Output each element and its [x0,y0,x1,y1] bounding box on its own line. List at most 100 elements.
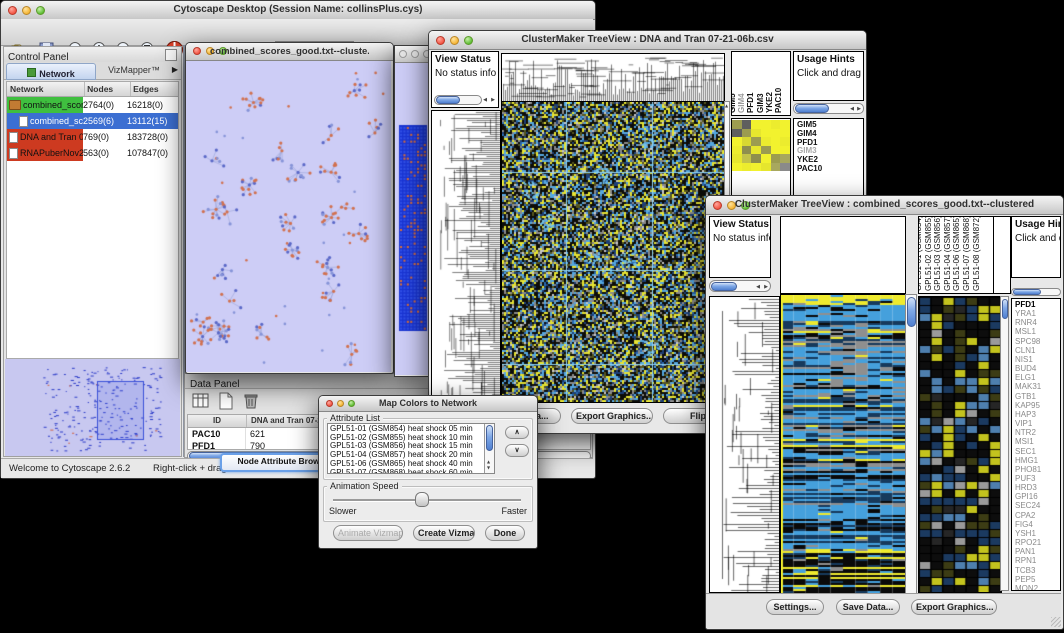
column-label[interactable]: PAC10 [774,88,783,113]
attribute-list[interactable]: GPL51-01 (GSM854) heat shock 05 min GPL51… [327,423,495,474]
matrix-cell[interactable] [780,137,790,146]
zoom-heatmap-canvas[interactable] [918,296,1002,593]
matrix-cell[interactable] [742,129,752,138]
dialog-titlebar[interactable]: Map Colors to Network [319,396,537,412]
network-table-row[interactable]: DNA and Tran 07769(0)183728(0) [7,129,178,145]
matrix-cell[interactable] [751,163,761,172]
view-status-scrollbar[interactable] [434,95,482,105]
matrix-cell[interactable] [780,163,790,172]
close-icon[interactable] [8,6,17,15]
treeview-dna-titlebar[interactable]: ClusterMaker TreeView : DNA and Tran 07-… [429,31,866,50]
gene-label[interactable]: YSH1 [1015,529,1060,538]
matrix-cell[interactable] [761,146,771,155]
gene-label[interactable]: TCB3 [1015,566,1060,575]
main-titlebar[interactable]: Cytoscape Desktop (Session Name: collins… [1,1,595,20]
matrix-cell[interactable] [732,146,742,155]
matrix-cell[interactable] [761,129,771,138]
matrix-cell[interactable] [742,163,752,172]
create-vizmap-button[interactable]: Create Vizmap [413,525,475,541]
heatmap-vscrollbar[interactable]: ▲ ▼ [905,294,917,616]
attribute-select-icon[interactable] [191,391,211,411]
col-nodes[interactable]: Nodes [85,82,131,96]
close-icon[interactable] [399,50,407,58]
col-edges[interactable]: Edges [131,82,178,96]
column-label[interactable]: GPL51-06 (GSM865) [952,216,961,291]
matrix-cell[interactable] [780,120,790,129]
gene-label[interactable]: NTR2 [1015,428,1060,437]
column-label[interactable]: GPL51-04 (GSM857) [943,216,952,291]
scroll-thumb[interactable] [1002,299,1008,319]
scroll-thumb[interactable] [436,96,460,104]
scroll-right-icon[interactable]: ▶ [491,97,495,103]
matrix-cell[interactable] [771,129,781,138]
scroll-thumb[interactable] [795,104,829,113]
gene-label[interactable]: PUF3 [1015,474,1060,483]
move-down-button[interactable]: ∨ [505,444,529,457]
resize-grip-icon[interactable] [1051,617,1061,627]
matrix-cell[interactable] [742,146,752,155]
move-up-button[interactable]: ∧ [505,426,529,439]
treeview-combined-titlebar[interactable]: ClusterMaker TreeView : combined_scores_… [706,196,1063,215]
matrix-cell[interactable] [761,120,771,129]
matrix-cell[interactable] [761,163,771,172]
close-icon[interactable] [193,47,201,55]
column-label[interactable]: PFD1 [746,93,755,113]
gene-label[interactable]: CPA2 [1015,511,1060,520]
col-network[interactable]: Network [7,82,85,96]
gene-label[interactable]: CLN1 [1015,346,1060,355]
scroll-thumb[interactable] [1013,289,1041,295]
tab-overflow-icon[interactable]: ▶ [172,65,178,75]
network-name-cell[interactable]: combined_sco [7,113,83,129]
gene-label[interactable]: PAN1 [1015,547,1060,556]
column-label[interactable]: YKE2 [765,92,774,113]
network-name-cell[interactable]: combined_scores [7,97,83,113]
matrix-cell[interactable] [780,154,790,163]
gene-label[interactable]: YRA1 [1015,309,1060,318]
matrix-cell[interactable] [751,137,761,146]
network-table-row[interactable]: combined_sco2569(6)13112(15) [7,113,178,129]
network-name-cell[interactable]: DNA and Tran 07 [7,129,83,145]
gene-label[interactable]: MAK31 [1015,382,1060,391]
global-heatmap-canvas[interactable] [501,101,725,403]
background-window-titlebar[interactable] [395,46,431,63]
gene-label[interactable]: HRD3 [1015,483,1060,492]
done-button[interactable]: Done [485,525,525,541]
matrix-cell[interactable] [751,129,761,138]
column-dendrogram-canvas[interactable] [501,53,725,103]
close-icon[interactable] [326,400,333,407]
list-vscrollbar[interactable]: ▲ ▼ [484,424,494,473]
float-panel-icon[interactable] [165,49,177,61]
column-label[interactable]: GIM3 [756,93,765,113]
tab-vizmapper[interactable]: VizMapper™ [96,63,172,78]
attribute-list-item[interactable]: GPL51-01 (GSM854) heat shock 05 min [330,425,492,434]
gene-label[interactable]: PFD1 [1015,300,1060,309]
network-view-canvas[interactable] [186,61,391,372]
gene-label[interactable]: PEP5 [1015,575,1060,584]
attribute-list-item[interactable]: GPL51-06 (GSM865) heat shock 40 min [330,460,492,469]
scroll-up-icon[interactable]: ▲ [725,103,728,109]
gene-label[interactable]: FIG4 [1015,520,1060,529]
gene-label[interactable]: BUD4 [1015,364,1060,373]
matrix-cell[interactable] [732,154,742,163]
tab-network[interactable]: Network [6,63,96,80]
gene-label[interactable]: SEC1 [1015,447,1060,456]
column-label[interactable]: GPL51-02 (GSM855) [924,216,933,291]
matrix-cell[interactable] [751,154,761,163]
gene-label[interactable]: MSL1 [1015,327,1060,336]
minimize-icon[interactable] [411,50,419,58]
gene-label[interactable]: GTB1 [1015,392,1060,401]
column-label[interactable]: GPL51-01 (GSM854) [918,216,923,291]
global-heatmap-canvas[interactable] [780,294,906,618]
matrix-cell[interactable] [771,163,781,172]
row-dendrogram-canvas[interactable] [709,296,780,593]
gene-label[interactable]: MSI1 [1015,437,1060,446]
gene-label[interactable]: RNR4 [1015,318,1060,327]
gene-label[interactable]: NIS1 [1015,355,1060,364]
scroll-right-icon[interactable]: ▶ [764,284,768,290]
gene-label[interactable]: HAP3 [1015,410,1060,419]
new-attribute-icon[interactable] [216,391,236,411]
scroll-left-icon[interactable]: ◀ [483,97,487,103]
matrix-cell[interactable] [732,163,742,172]
matrix-cell[interactable] [771,120,781,129]
network-name-cell[interactable]: RNAPuberNov2+ [7,145,83,161]
